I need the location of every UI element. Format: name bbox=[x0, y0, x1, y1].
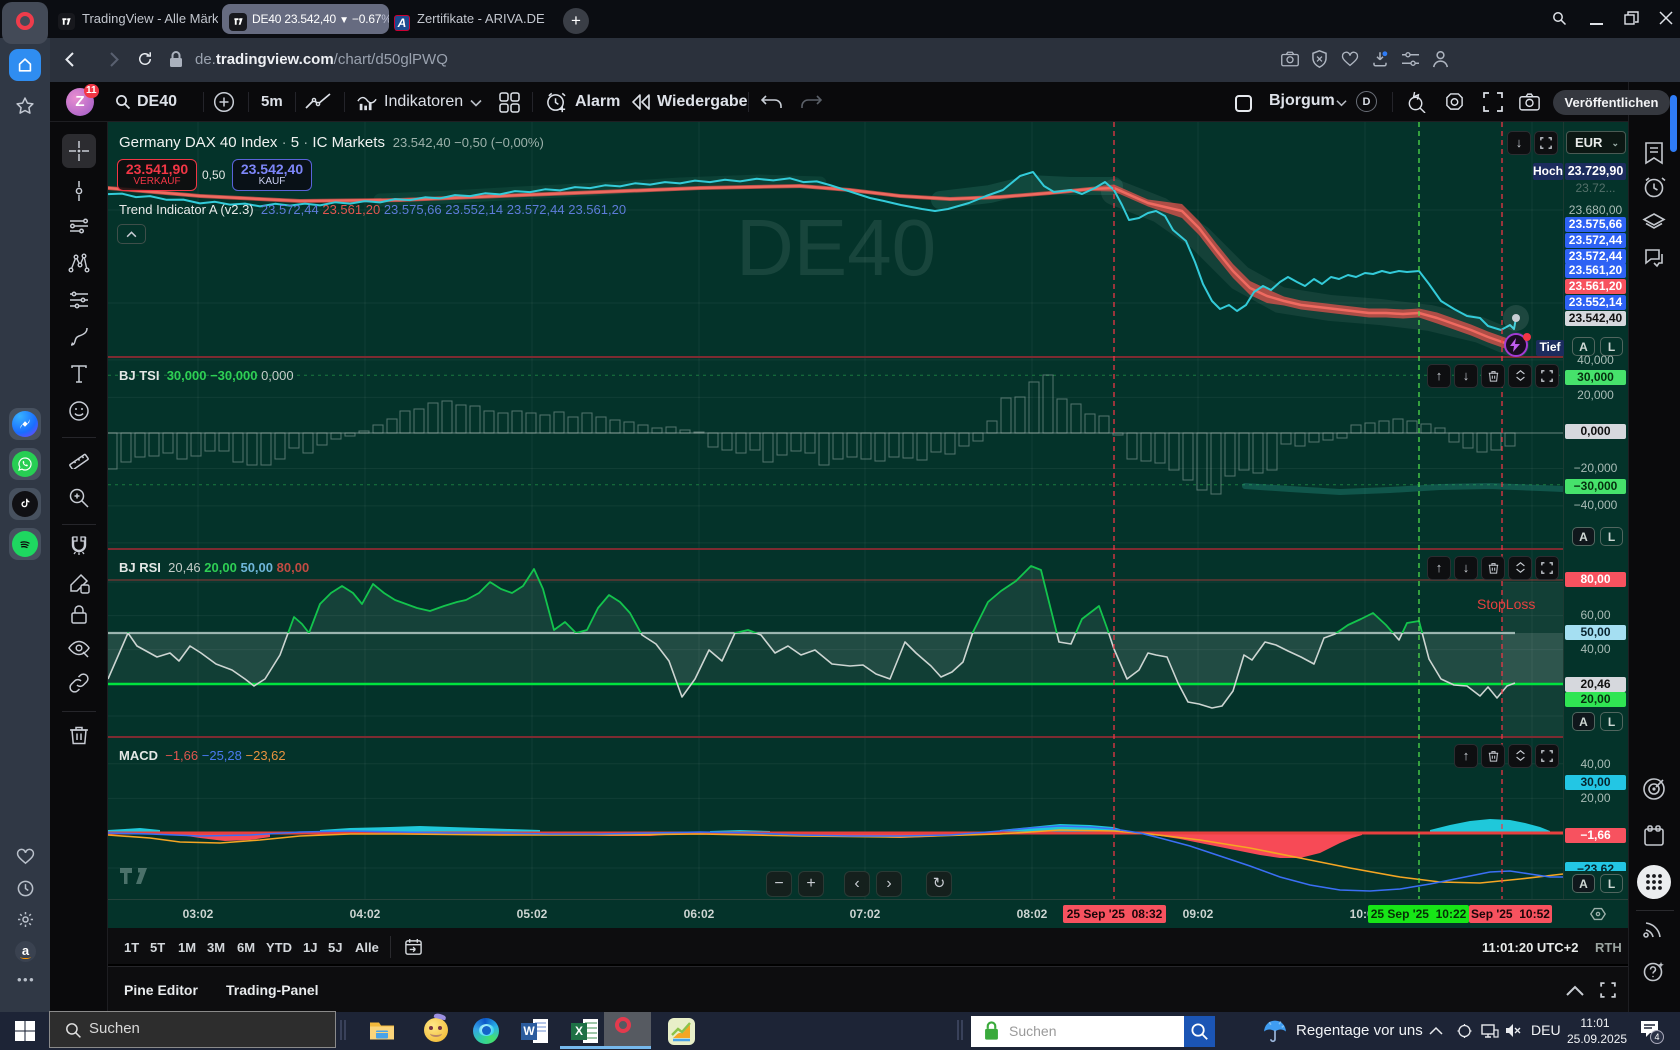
svg-text:DE40: DE40 bbox=[736, 203, 936, 292]
